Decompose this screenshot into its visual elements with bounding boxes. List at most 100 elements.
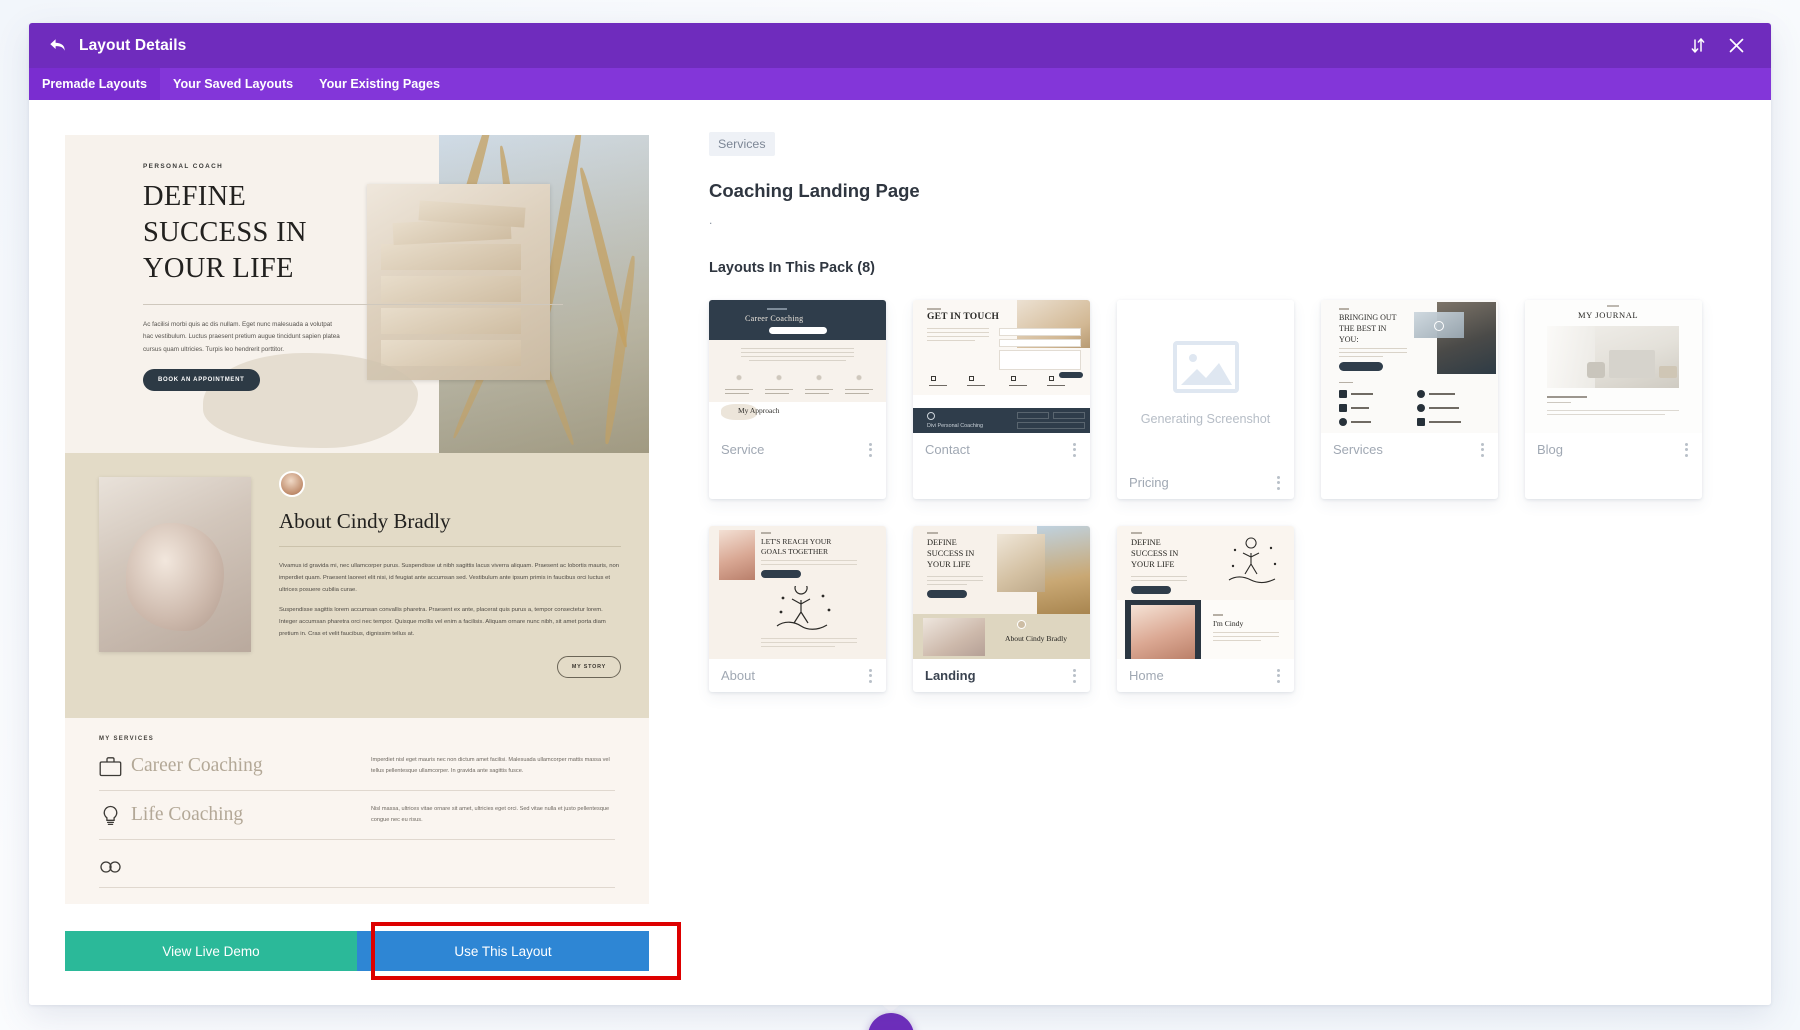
layout-card-footer: About bbox=[709, 659, 886, 692]
about-paragraph-2: Suspendisse sagittis lorem accumsan conv… bbox=[279, 607, 606, 638]
about-text-block: About Cindy Bradly Vivamus id gravida mi… bbox=[251, 453, 649, 718]
infinity-icon bbox=[99, 853, 122, 874]
hero-paragraph: Ac facilisi morbi quis ac dis nullam. Eg… bbox=[143, 320, 340, 353]
service-description: Nisl massa, ultrices vitae ornare sit am… bbox=[371, 806, 610, 823]
use-this-layout-wrapper: Use This Layout bbox=[357, 931, 649, 971]
layouts-grid: Career Coaching My Approach Service GET … bbox=[709, 300, 1744, 719]
layout-thumbnail: GET IN TOUCH Divi Personal Coaching bbox=[913, 300, 1090, 433]
thumb-title-line: YOU: bbox=[1339, 334, 1359, 344]
lightbulb-icon bbox=[99, 805, 122, 826]
thumb-title-line: YOUR LIFE bbox=[927, 560, 971, 570]
hero-text-block: PERSONAL COACH DEFINE SUCCESS IN YOUR LI… bbox=[143, 163, 563, 448]
layout-thumbnail: LET'S REACH YOUR GOALS TOGETHER bbox=[709, 526, 886, 659]
thumb-title: DEFINE SUCCESS IN YOUR LIFE bbox=[1131, 537, 1178, 570]
tab-your-saved-layouts[interactable]: Your Saved Layouts bbox=[160, 68, 306, 100]
hero-brush-smudge bbox=[203, 353, 418, 448]
hero-divider bbox=[143, 303, 563, 305]
hero-heading-line: DEFINE bbox=[143, 181, 247, 212]
layout-card-label: Landing bbox=[925, 668, 976, 683]
layout-card-home[interactable]: DEFINE SUCCESS IN YOUR LIFE I'm Cindy Ho… bbox=[1117, 526, 1294, 692]
thumb-title-line: DEFINE bbox=[927, 538, 957, 547]
thumb-title-line: GOALS TOGETHER bbox=[761, 547, 829, 557]
layout-card-label: Pricing bbox=[1129, 475, 1169, 490]
layout-thumbnail: DEFINE SUCCESS IN YOUR LIFE I'm Cindy bbox=[1117, 526, 1294, 659]
preview-action-bar: View Live Demo Use This Layout bbox=[65, 931, 649, 971]
placeholder-text: Generating Screenshot bbox=[1140, 411, 1271, 426]
layout-card-footer: Landing bbox=[913, 659, 1090, 692]
layout-preview-image[interactable]: PERSONAL COACH DEFINE SUCCESS IN YOUR LI… bbox=[65, 135, 649, 904]
thumb-caption: My Approach bbox=[738, 406, 780, 415]
layout-card-label: Blog bbox=[1537, 442, 1564, 457]
about-cta-button[interactable]: MY STORY bbox=[556, 655, 621, 678]
layout-thumbnail: BRINGING OUT THE BEST IN YOU: bbox=[1321, 300, 1498, 433]
hero-heading-line: YOUR LIFE bbox=[143, 252, 294, 284]
layout-card-about[interactable]: LET'S REACH YOUR GOALS TOGETHER About bbox=[709, 526, 886, 692]
kebab-menu-icon[interactable] bbox=[1683, 439, 1690, 461]
layout-thumbnail: MY JOURNAL bbox=[1525, 300, 1702, 433]
kebab-menu-icon[interactable] bbox=[867, 439, 874, 461]
tab-premade-layouts[interactable]: Premade Layouts bbox=[29, 68, 160, 100]
kebab-menu-icon[interactable] bbox=[1071, 665, 1078, 687]
service-row: Career Coaching Imperdiet nisl eget maur… bbox=[99, 742, 615, 791]
thumb-title-line: SUCCESS IN bbox=[927, 549, 975, 559]
preview-services-section: MY SERVICES Career Coaching Imperdiet ni… bbox=[65, 718, 649, 904]
layout-card-label: About bbox=[721, 668, 755, 683]
layout-card-landing[interactable]: DEFINE SUCCESS IN YOUR LIFE About Cindy … bbox=[913, 526, 1090, 692]
thumb-title-line: THE BEST IN bbox=[1339, 323, 1387, 333]
thumb-title: LET'S REACH YOUR GOALS TOGETHER bbox=[761, 537, 831, 558]
kebab-menu-icon[interactable] bbox=[1275, 472, 1282, 494]
kebab-menu-icon[interactable] bbox=[1275, 665, 1282, 687]
category-chip[interactable]: Services bbox=[709, 132, 775, 156]
divi-floating-button[interactable] bbox=[868, 1013, 914, 1030]
about-divider bbox=[279, 546, 621, 547]
kebab-menu-icon[interactable] bbox=[867, 665, 874, 687]
layout-card-contact[interactable]: GET IN TOUCH Divi Personal Coaching Cont… bbox=[913, 300, 1090, 499]
thumb-title-line: YOUR LIFE bbox=[1131, 560, 1175, 570]
layout-card-blog[interactable]: MY JOURNAL Blog bbox=[1525, 300, 1702, 499]
layout-thumbnail: Career Coaching My Approach bbox=[709, 300, 886, 433]
layout-thumbnail-placeholder: Generating Screenshot bbox=[1117, 300, 1294, 466]
layout-card-service[interactable]: Career Coaching My Approach Service bbox=[709, 300, 886, 499]
service-row: Life Coaching Nisl massa, ultrices vitae… bbox=[99, 791, 615, 840]
modal-body: PERSONAL COACH DEFINE SUCCESS IN YOUR LI… bbox=[29, 100, 1771, 1005]
layout-card-footer: Contact bbox=[913, 433, 1090, 466]
layout-card-footer: Pricing bbox=[1117, 466, 1294, 499]
hero-kicker: PERSONAL COACH bbox=[143, 163, 224, 170]
back-arrow-icon[interactable] bbox=[46, 35, 68, 57]
thumb-caption: I'm Cindy bbox=[1213, 619, 1244, 628]
layout-card-label: Contact bbox=[925, 442, 970, 457]
preview-about-section: About Cindy Bradly Vivamus id gravida mi… bbox=[65, 453, 649, 718]
hero-heading: DEFINE SUCCESS IN YOUR LIFE bbox=[143, 179, 358, 287]
close-x-icon[interactable] bbox=[1721, 31, 1751, 61]
pack-title: Coaching Landing Page bbox=[709, 180, 920, 201]
use-this-layout-button[interactable]: Use This Layout bbox=[357, 931, 649, 971]
kebab-menu-icon[interactable] bbox=[1479, 439, 1486, 461]
layout-card-footer: Blog bbox=[1525, 433, 1702, 466]
thumb-title-line: BRINGING OUT bbox=[1339, 313, 1397, 322]
layout-thumbnail: DEFINE SUCCESS IN YOUR LIFE About Cindy … bbox=[913, 526, 1090, 659]
thumb-title: GET IN TOUCH bbox=[927, 312, 1000, 322]
view-live-demo-button[interactable]: View Live Demo bbox=[65, 931, 357, 971]
layout-preview-column: PERSONAL COACH DEFINE SUCCESS IN YOUR LI… bbox=[65, 135, 649, 935]
layout-card-services[interactable]: BRINGING OUT THE BEST IN YOU: Services bbox=[1321, 300, 1498, 499]
modal-titlebar: Layout Details bbox=[29, 23, 1771, 68]
thumb-title: BRINGING OUT THE BEST IN YOU: bbox=[1339, 313, 1397, 345]
page-title: Layout Details bbox=[79, 36, 187, 54]
thumb-footer-label: Divi Personal Coaching bbox=[927, 423, 984, 429]
about-heading: About Cindy Bradly bbox=[279, 509, 451, 533]
thumb-title: DEFINE SUCCESS IN YOUR LIFE bbox=[927, 537, 974, 570]
kebab-menu-icon[interactable] bbox=[1071, 439, 1078, 461]
briefcase-icon bbox=[99, 756, 122, 777]
layout-card-pricing[interactable]: Generating Screenshot Pricing bbox=[1117, 300, 1294, 499]
tab-bar: Premade Layouts Your Saved Layouts Your … bbox=[29, 68, 1771, 100]
thumb-title-line: DEFINE bbox=[1131, 538, 1161, 547]
screen: Layout Details Premade Layouts Your Save… bbox=[0, 0, 1800, 1030]
hero-cta-button[interactable]: BOOK AN APPOINTMENT bbox=[143, 368, 260, 391]
tab-your-existing-pages[interactable]: Your Existing Pages bbox=[306, 68, 453, 100]
layout-details-panel: Services Coaching Landing Page . Layouts… bbox=[709, 100, 1771, 1005]
thumb-title-line: LET'S REACH YOUR bbox=[761, 537, 832, 546]
layouts-in-pack-heading: Layouts In This Pack (8) bbox=[709, 260, 875, 276]
service-name: Life Coaching bbox=[131, 804, 244, 825]
about-hands-photo bbox=[99, 477, 251, 652]
sort-updown-icon[interactable] bbox=[1683, 31, 1713, 61]
